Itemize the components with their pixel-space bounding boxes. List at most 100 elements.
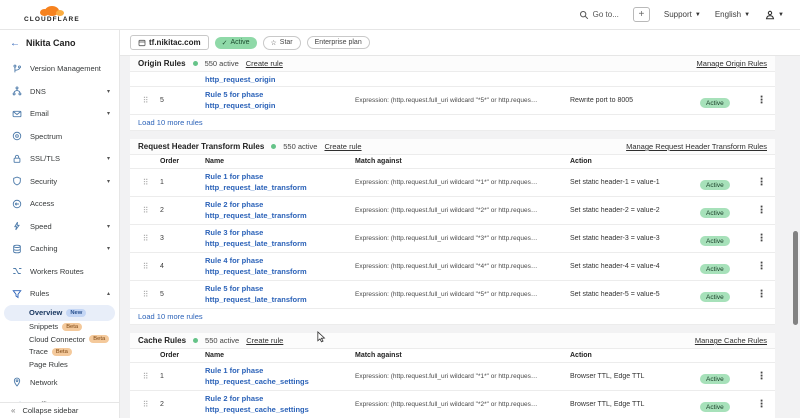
kebab-menu-icon[interactable]: ⋮ [748, 371, 775, 382]
dns-icon [11, 86, 22, 97]
kebab-menu-icon[interactable]: ⋮ [748, 261, 775, 272]
sidebar-subitem[interactable]: Snippets Beta [4, 321, 115, 334]
sidebar-subitem[interactable]: Trace Beta [4, 346, 115, 359]
rule-name-link[interactable]: http_request_cache_settings [205, 405, 355, 415]
status-badge: Active [700, 374, 730, 384]
drag-handle-icon[interactable]: ⠿ [130, 206, 160, 215]
table-row: ⠿ 4 Rule 4 for phase http_request_late_t… [130, 253, 775, 281]
domain-selector[interactable]: tf.nikitac.com [130, 35, 209, 50]
drag-handle-icon[interactable]: ⠿ [130, 400, 160, 409]
kebab-menu-icon[interactable]: ⋮ [748, 177, 775, 188]
sidebar-item-label: Workers Routes [30, 267, 110, 276]
plan-label: Enterprise plan [315, 39, 362, 46]
kebab-menu-icon[interactable]: ⋮ [748, 399, 775, 410]
sidebar-item-label: Version Management [30, 64, 110, 73]
create-rule-link[interactable]: Create rule [324, 142, 361, 151]
load-more-row: Load 10 more rules [130, 309, 775, 325]
rule-name-link[interactable]: Rule 1 for phase [205, 366, 355, 376]
rule-name-link[interactable]: http_request_origin [205, 101, 355, 111]
top-bar: CLOUDFLARE Go to... + Support ▼ English … [0, 0, 800, 30]
rule-name-link[interactable]: Rule 4 for phase [205, 256, 355, 266]
sidebar-item[interactable]: Workers Routes [0, 262, 119, 282]
rule-order: 4 [160, 263, 205, 270]
sidebar-subitem[interactable]: Page Rules [4, 358, 115, 371]
sidebar-item[interactable]: Speed ▾ [0, 217, 119, 237]
rule-name-link[interactable]: Rule 5 for phase [205, 90, 355, 100]
vertical-scrollbar[interactable] [793, 231, 798, 325]
create-rule-link[interactable]: Create rule [246, 59, 283, 68]
sidebar-item[interactable]: Network [0, 373, 119, 393]
access-icon [11, 198, 22, 209]
kebab-menu-icon[interactable]: ⋮ [748, 205, 775, 216]
sidebar-subitem[interactable]: Cloud Connector Beta [4, 333, 115, 346]
chevron-down-icon: ▼ [778, 12, 784, 18]
sidebar-item[interactable]: Rules ▴ [0, 284, 119, 304]
support-menu[interactable]: Support ▼ [664, 10, 701, 19]
manage-rules-link[interactable]: Manage Cache Rules [695, 336, 767, 345]
load-more-link[interactable]: Load 10 more rules [138, 118, 203, 127]
plus-icon: + [638, 9, 644, 20]
site-icon [138, 39, 146, 47]
rule-name-link[interactable]: Rule 5 for phase [205, 284, 355, 294]
sidebar-item[interactable]: Traffic ▾ [0, 395, 119, 402]
section-header: Cache Rules 550 active Create rule Manag… [130, 333, 775, 349]
chevron-up-icon: ▴ [107, 290, 110, 297]
goto-search[interactable]: Go to... [579, 9, 619, 20]
sidebar-item[interactable]: Security ▾ [0, 172, 119, 192]
drag-handle-icon[interactable]: ⠿ [130, 372, 160, 381]
rule-name-link[interactable]: http_request_origin [205, 75, 355, 84]
add-button[interactable]: + [633, 7, 650, 22]
cloudflare-logo[interactable]: CLOUDFLARE [24, 5, 80, 24]
table-body: ⠿ 1 Rule 1 for phase http_request_late_t… [130, 169, 775, 309]
chevron-down-icon: ▾ [107, 88, 110, 95]
rule-expression: Expression: (http.request.full_uri wildc… [355, 291, 570, 298]
sidebar-item[interactable]: Caching ▾ [0, 239, 119, 259]
star-button[interactable]: ☆ Star [263, 36, 301, 50]
domain-bar: tf.nikitac.com ✓ Active ☆ Star Enterpris… [120, 30, 800, 56]
drag-handle-icon[interactable]: ⠿ [130, 234, 160, 243]
sidebar-subitem-label: Snippets [29, 322, 58, 331]
sidebar-item-label: SSL/TLS [30, 154, 99, 163]
table-row: ⠿ 2 Rule 2 for phase http_request_late_t… [130, 197, 775, 225]
section-header: Request Header Transform Rules 550 activ… [130, 139, 775, 155]
rule-name-link[interactable]: Rule 2 for phase [205, 200, 355, 210]
kebab-menu-icon[interactable]: ⋮ [748, 289, 775, 300]
drag-handle-icon[interactable]: ⠿ [130, 262, 160, 271]
sidebar-item[interactable]: Access [0, 194, 119, 214]
rule-name-link[interactable]: Rule 2 for phase [205, 394, 355, 404]
language-menu[interactable]: English ▼ [715, 10, 750, 19]
sidebar-item[interactable]: Version Management [0, 59, 119, 79]
sidebar-item[interactable]: Email ▾ [0, 104, 119, 124]
rule-name-link[interactable]: http_request_late_transform [205, 183, 355, 193]
kebab-menu-icon[interactable]: ⋮ [748, 95, 775, 106]
sidebar-item-label: DNS [30, 87, 99, 96]
rule-name-link[interactable]: Rule 1 for phase [205, 172, 355, 182]
drag-handle-icon[interactable]: ⠿ [130, 96, 160, 105]
manage-rules-link[interactable]: Manage Origin Rules [697, 59, 767, 68]
section-title: Cache Rules [138, 336, 186, 345]
manage-rules-link[interactable]: Manage Request Header Transform Rules [626, 142, 767, 151]
rule-name-link[interactable]: http_request_late_transform [205, 211, 355, 221]
chevron-down-icon: ▾ [107, 245, 110, 252]
rule-name-link[interactable]: http_request_cache_settings [205, 377, 355, 387]
rule-action: Set static header-2 = value-2 [570, 207, 700, 214]
collapse-sidebar-button[interactable]: « Collapse sidebar [0, 402, 119, 417]
sidebar-item[interactable]: Spectrum [0, 127, 119, 147]
rule-name-link[interactable]: http_request_late_transform [205, 295, 355, 305]
drag-handle-icon[interactable]: ⠿ [130, 178, 160, 187]
kebab-menu-icon[interactable]: ⋮ [748, 233, 775, 244]
load-more-link[interactable]: Load 10 more rules [138, 312, 203, 321]
sidebar-subitem[interactable]: Overview New [4, 305, 115, 321]
account-header[interactable]: ← Nikita Cano [0, 30, 119, 56]
create-rule-link[interactable]: Create rule [246, 336, 283, 345]
rule-name-link[interactable]: Rule 3 for phase [205, 228, 355, 238]
active-count: 550 active [205, 336, 239, 345]
user-menu[interactable]: ▼ [764, 9, 784, 20]
rule-name-link[interactable]: http_request_late_transform [205, 267, 355, 277]
drag-handle-icon[interactable]: ⠿ [130, 290, 160, 299]
rule-name-link[interactable]: http_request_late_transform [205, 239, 355, 249]
col-match: Match against [355, 352, 570, 359]
back-arrow-icon[interactable]: ← [10, 38, 20, 49]
sidebar-item[interactable]: DNS ▾ [0, 82, 119, 102]
sidebar-item[interactable]: SSL/TLS ▾ [0, 149, 119, 169]
